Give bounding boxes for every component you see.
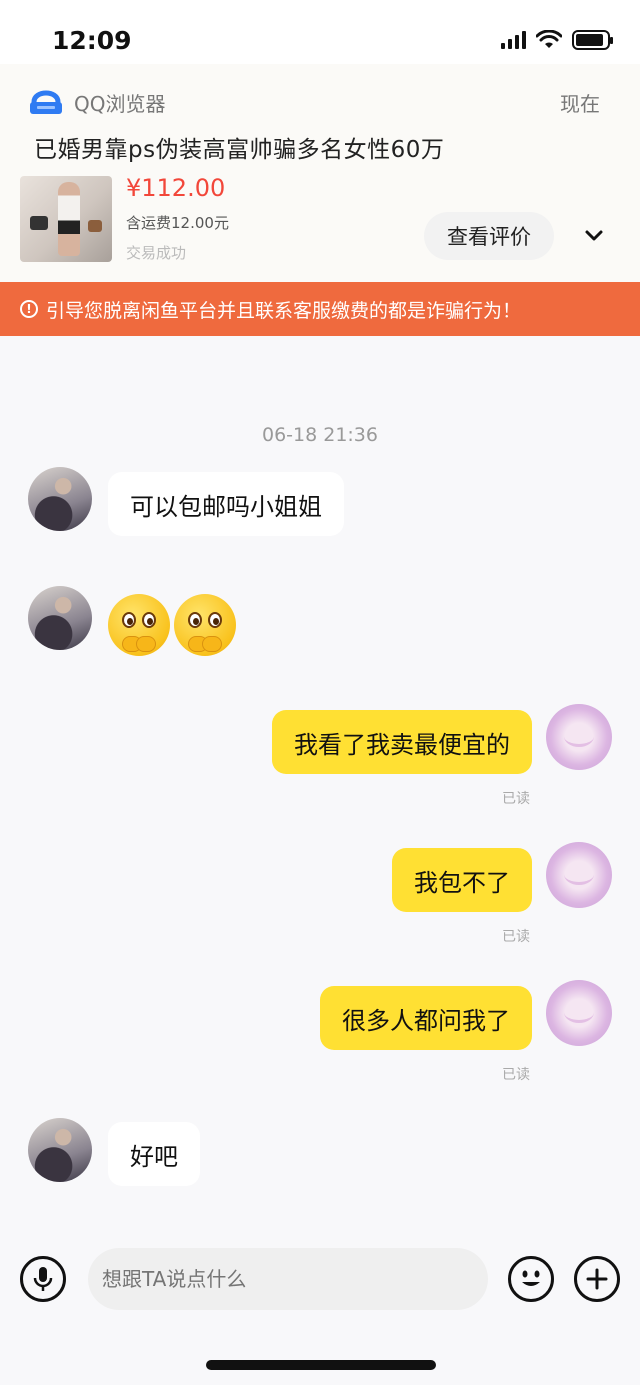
incoming-message[interactable]: 可以包邮吗小姐姐	[108, 472, 344, 536]
message-input[interactable]	[88, 1248, 488, 1310]
battery-icon	[572, 30, 613, 50]
product-thumbnail[interactable]	[20, 176, 112, 262]
home-indicator[interactable]	[206, 1360, 436, 1370]
notification-app-name: QQ浏览器	[74, 92, 166, 116]
notification-title[interactable]: 已婚男靠ps伪装高富帅骗多名女性60万	[34, 130, 444, 164]
qq-browser-app-icon	[30, 90, 62, 114]
read-receipt: 已读	[502, 929, 530, 945]
pleading-face-emoji	[108, 594, 170, 656]
product-status: 交易成功	[126, 244, 187, 262]
product-price: ¥112.00	[126, 174, 226, 202]
incoming-message[interactable]: 好吧	[108, 1122, 200, 1186]
outgoing-message[interactable]: 很多人都问我了	[320, 986, 532, 1050]
voice-button[interactable]	[20, 1256, 66, 1302]
status-time: 12:09	[52, 26, 132, 55]
product-shipping: 含运费12.00元	[126, 214, 229, 232]
my-avatar[interactable]	[546, 980, 612, 1046]
read-receipt: 已读	[502, 1067, 530, 1083]
plus-icon	[586, 1268, 608, 1290]
wifi-icon	[536, 30, 562, 48]
other-avatar[interactable]	[28, 1118, 92, 1182]
notification-time: 现在	[560, 92, 600, 116]
chevron-down-icon	[585, 230, 603, 241]
outgoing-message[interactable]: 我包不了	[392, 848, 532, 912]
microphone-icon	[33, 1267, 53, 1291]
expand-button[interactable]	[574, 220, 614, 252]
my-avatar[interactable]	[546, 842, 612, 908]
status-bar: 12:09	[0, 0, 640, 64]
status-icons	[501, 30, 613, 50]
other-avatar[interactable]	[28, 467, 92, 531]
chat-timestamp: 06-18 21:36	[261, 424, 378, 446]
more-actions-button[interactable]	[574, 1256, 620, 1302]
other-avatar[interactable]	[28, 586, 92, 650]
fraud-warning-banner: ! 引导您脱离闲鱼平台并且联系客服缴费的都是诈骗行为！	[0, 282, 640, 336]
info-icon: !	[20, 300, 38, 318]
emoji-button[interactable]	[508, 1256, 554, 1302]
view-review-button[interactable]: 查看评价	[424, 212, 554, 260]
my-avatar[interactable]	[546, 704, 612, 770]
battery-fill	[576, 34, 603, 46]
warning-text: 引导您脱离闲鱼平台并且联系客服缴费的都是诈骗行为！	[46, 299, 522, 322]
cellular-signal-icon	[501, 31, 526, 49]
smiley-icon	[522, 1270, 540, 1286]
read-receipt: 已读	[502, 791, 530, 807]
outgoing-message[interactable]: 我看了我卖最便宜的	[272, 710, 532, 774]
pleading-face-emoji	[174, 594, 236, 656]
